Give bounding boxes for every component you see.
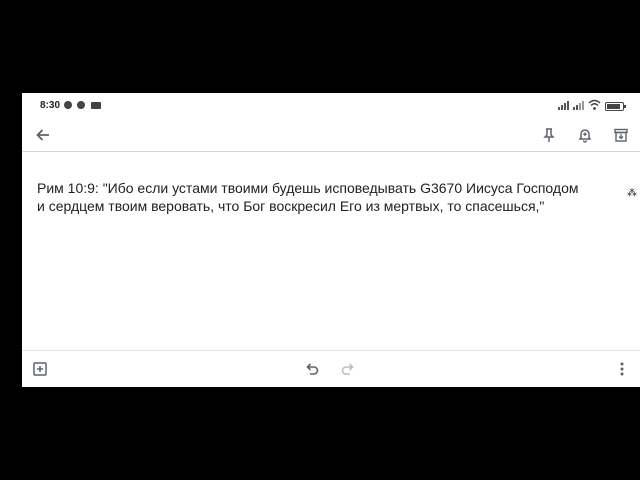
facebook-icon	[77, 101, 85, 109]
edge-mark: ⁂	[627, 188, 637, 199]
add-content-button[interactable]	[29, 358, 51, 380]
signal-icon	[558, 101, 569, 110]
redo-icon	[341, 363, 354, 375]
more-options-button[interactable]	[611, 358, 633, 380]
back-button[interactable]	[31, 123, 55, 147]
note-toolbar	[22, 119, 640, 152]
bottom-bar	[22, 350, 640, 387]
more-vert-icon	[620, 362, 624, 376]
battery-icon	[605, 102, 626, 111]
signal-icon	[573, 101, 584, 110]
archive-icon	[614, 128, 628, 142]
phone-screen: 8:30 Рим 10:9: "Ибо если устами твоими б…	[22, 93, 640, 387]
arrow-left-icon	[36, 129, 49, 141]
reminder-button[interactable]	[573, 123, 597, 147]
note-line: Рим 10:9: "Ибо если устами твоими будешь…	[37, 180, 579, 196]
facebook-icon	[64, 101, 72, 109]
status-bar: 8:30	[22, 93, 640, 119]
pin-button[interactable]	[537, 123, 561, 147]
undo-button[interactable]	[301, 358, 323, 380]
video-camera-icon	[91, 102, 101, 109]
wifi-icon	[588, 99, 601, 110]
archive-button[interactable]	[609, 123, 633, 147]
add-box-icon	[33, 362, 47, 376]
undo-icon	[306, 363, 319, 375]
note-text[interactable]: Рим 10:9: "Ибо если устами твоими будешь…	[37, 179, 637, 215]
reminder-bell-icon	[578, 129, 592, 143]
pin-icon	[543, 128, 555, 142]
status-time: 8:30	[40, 100, 61, 111]
redo-button[interactable]	[337, 358, 359, 380]
note-line: и сердцем твоим веровать, что Бог воскре…	[37, 198, 545, 214]
battery-level	[607, 104, 620, 109]
